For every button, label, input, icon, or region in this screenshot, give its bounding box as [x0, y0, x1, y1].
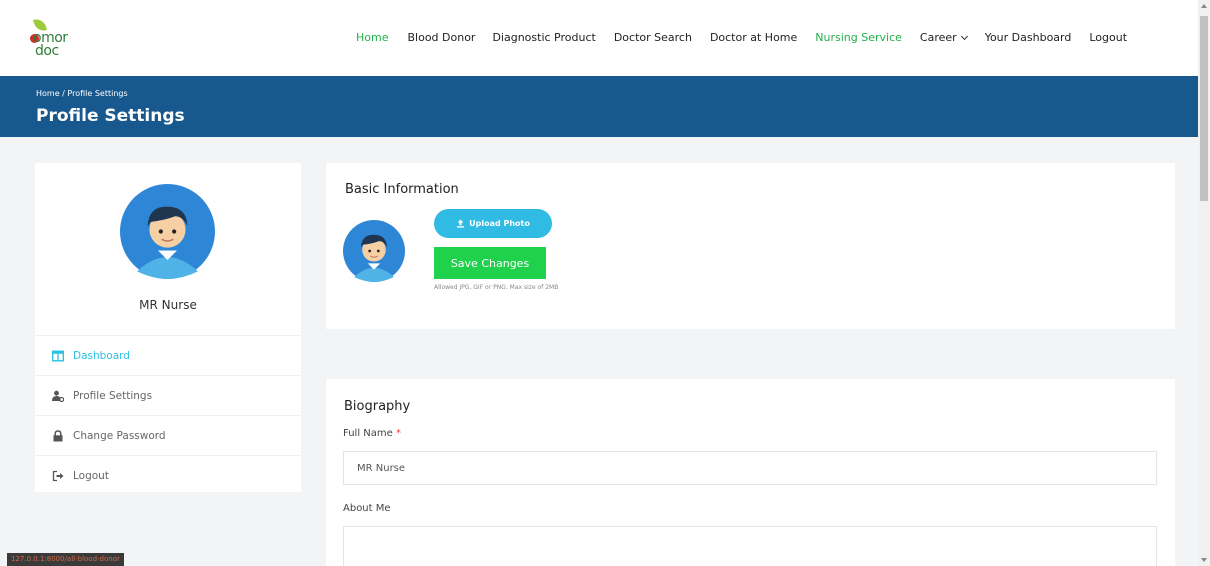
scrollbar-thumb[interactable]	[1200, 16, 1208, 201]
full-name-input[interactable]	[343, 451, 1157, 485]
sidebar-item-label: Change Password	[73, 429, 166, 442]
avatar	[120, 184, 215, 279]
columns-icon	[52, 350, 64, 362]
logo-text-line2: doc	[35, 43, 59, 59]
upload-hint: Allowed JPG, GIF or PNG. Max size of 2MB	[434, 284, 559, 291]
main-nav: Home Blood Donor Diagnostic Product Doct…	[356, 31, 1127, 44]
about-me-textarea[interactable]	[343, 526, 1157, 566]
status-bar-url: 127.0.0.1:8000/all-blood-donor	[7, 553, 124, 566]
biography-card: Biography Full Name * About Me	[326, 379, 1175, 566]
nav-blood-donor[interactable]: Blood Donor	[407, 31, 475, 44]
nav-doctor-search[interactable]: Doctor Search	[614, 31, 692, 44]
nav-logout[interactable]: Logout	[1089, 31, 1127, 44]
profile-sidebar-card: MR Nurse Dashboard Profile Settings Chan…	[35, 163, 301, 492]
sidebar-menu: Dashboard Profile Settings Change Passwo…	[35, 335, 301, 495]
full-name-label-text: Full Name	[343, 428, 393, 439]
save-changes-button[interactable]: Save Changes	[434, 247, 546, 279]
avatar	[343, 220, 405, 282]
sign-out-icon	[52, 470, 64, 481]
upload-icon	[457, 219, 465, 228]
required-mark: *	[395, 428, 401, 439]
vertical-scrollbar[interactable]	[1198, 0, 1210, 566]
nav-doctor-at-home[interactable]: Doctor at Home	[710, 31, 797, 44]
profile-name: MR Nurse	[139, 298, 197, 312]
user-cog-icon	[52, 390, 64, 402]
nav-career[interactable]: Career	[920, 31, 957, 44]
chevron-down-icon	[960, 32, 968, 41]
scroll-down-arrow-icon[interactable]	[1201, 558, 1207, 562]
nav-home[interactable]: Home	[356, 31, 388, 44]
upload-photo-label: Upload Photo	[469, 219, 530, 228]
nav-nursing-service[interactable]: Nursing Service	[815, 31, 902, 44]
page-title: Profile Settings	[36, 106, 185, 126]
sidebar-item-label: Logout	[73, 469, 109, 482]
sidebar-item-dashboard[interactable]: Dashboard	[35, 335, 301, 375]
breadcrumb: Home / Profile Settings	[36, 89, 128, 98]
scroll-up-arrow-icon[interactable]	[1201, 4, 1207, 8]
nav-diagnostic-product[interactable]: Diagnostic Product	[492, 31, 595, 44]
sidebar-item-profile-settings[interactable]: Profile Settings	[35, 375, 301, 415]
basic-information-card: Basic Information Upload Photo Save Chan…	[326, 163, 1175, 329]
biography-title: Biography	[344, 399, 411, 414]
full-name-label: Full Name *	[343, 428, 401, 439]
upload-photo-button[interactable]: Upload Photo	[434, 209, 552, 238]
sidebar-item-label: Dashboard	[73, 349, 130, 362]
about-me-label: About Me	[343, 503, 391, 514]
site-logo[interactable]: omor doc	[30, 16, 93, 62]
sidebar-item-change-password[interactable]: Change Password	[35, 415, 301, 455]
top-navbar: omor doc Home Blood Donor Diagnostic Pro…	[0, 0, 1198, 76]
nav-your-dashboard[interactable]: Your Dashboard	[985, 31, 1072, 44]
sidebar-item-logout[interactable]: Logout	[35, 455, 301, 495]
basic-information-title: Basic Information	[345, 182, 459, 197]
sidebar-item-label: Profile Settings	[73, 389, 153, 402]
lock-icon	[53, 429, 63, 441]
nav-career-dropdown[interactable]: Career	[920, 31, 968, 44]
